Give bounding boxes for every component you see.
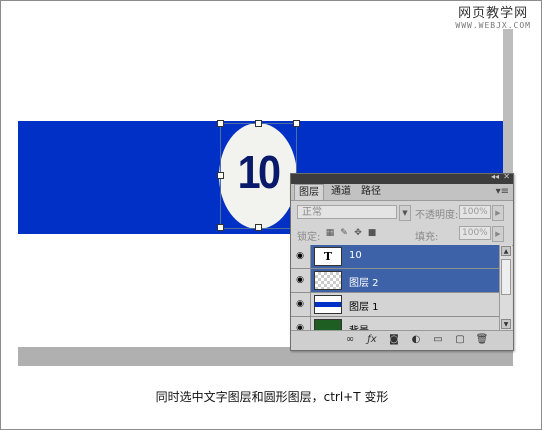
lock-label: 锁定:: [297, 232, 321, 243]
lock-brush-icon[interactable]: ✎: [339, 228, 349, 238]
transform-handle-tl[interactable]: [217, 120, 224, 127]
new-layer-icon[interactable]: ▢: [453, 334, 467, 346]
scroll-up-icon[interactable]: ▲: [501, 246, 511, 256]
blend-mode-arrow-icon[interactable]: ▼: [399, 205, 411, 221]
screenshot-frame: 网页教学网 WWW.WEBJX.COM 10 ◂◂ ✕ 图层 通道 路径 ▾≡: [0, 0, 542, 430]
layer-thumbnail: [314, 295, 342, 314]
transform-handle-bm[interactable]: [255, 224, 262, 231]
add-mask-icon[interactable]: ◙: [387, 334, 401, 346]
layer-name: 背景: [349, 322, 369, 330]
layers-panel: ◂◂ ✕ 图层 通道 路径 ▾≡ 正常 ▼ 不透明度: 100% ▶ 锁定: ▦…: [290, 172, 514, 351]
lock-fill-row: 锁定: ▦ ✎ ✥ ■ 填充: 100% ▶: [291, 223, 513, 246]
scroll-down-icon[interactable]: ▼: [501, 319, 511, 329]
fill-arrow-icon[interactable]: ▶: [492, 226, 504, 242]
layer-row[interactable]: ◉ 图层 2: [291, 269, 499, 293]
link-layers-icon[interactable]: ∞: [343, 334, 357, 346]
layer-thumbnail: [314, 271, 342, 290]
watermark-title: 网页教学网: [458, 6, 529, 21]
panel-bottom-toolbar: ∞ ƒx ◙ ◐ ▭ ▢ 🗑: [291, 330, 513, 350]
lock-all-icon[interactable]: ■: [367, 228, 377, 238]
tab-channels[interactable]: 通道: [327, 184, 355, 199]
transform-bounding-box[interactable]: [220, 123, 297, 229]
transform-handle-ml[interactable]: [217, 172, 224, 179]
adjustment-layer-icon[interactable]: ◐: [409, 334, 423, 346]
fx-icon[interactable]: ƒx: [365, 334, 379, 346]
lock-transparent-icon[interactable]: ▦: [325, 228, 335, 238]
panel-title-bar: ◂◂ ✕: [291, 172, 513, 184]
lock-move-icon[interactable]: ✥: [353, 228, 363, 238]
opacity-field[interactable]: 100%: [459, 205, 491, 219]
layer-row[interactable]: ◉ 图层 1: [291, 293, 499, 317]
new-group-icon[interactable]: ▭: [431, 334, 445, 346]
panel-menu-icon[interactable]: ▾≡: [496, 184, 509, 199]
fill-label: 填充:: [415, 232, 439, 243]
layer-name: 图层 2: [349, 278, 379, 289]
collapse-arrows-icon[interactable]: ◂◂: [491, 172, 499, 181]
transform-handle-tm[interactable]: [255, 120, 262, 127]
layer-thumbnail: [314, 319, 342, 330]
layers-scrollbar[interactable]: ▲ ▼: [499, 245, 512, 330]
opacity-arrow-icon[interactable]: ▶: [492, 205, 504, 221]
caption-text: 同时选中文字图层和圆形图层，ctrl+T 变形: [155, 390, 389, 404]
layers-list: ◉ T 10 ◉ 图层 2 ◉ 图层 1 ◉ 背景: [291, 245, 499, 330]
transform-handle-tr[interactable]: [293, 120, 300, 127]
opacity-label: 不透明度:: [415, 210, 459, 221]
transform-handle-bl[interactable]: [217, 224, 224, 231]
blend-opacity-row: 正常 ▼ 不透明度: 100% ▶: [291, 201, 513, 223]
visibility-eye-icon[interactable]: ◉: [294, 299, 306, 309]
blend-mode-select[interactable]: 正常: [297, 205, 397, 219]
scroll-thumb[interactable]: [501, 259, 511, 295]
layer-name: 图层 1: [349, 302, 379, 313]
visibility-eye-icon[interactable]: ◉: [294, 251, 306, 261]
panel-tabs: 图层 通道 路径 ▾≡: [291, 184, 513, 201]
watermark-logo: 网页教学网 WWW.WEBJX.COM: [455, 6, 531, 31]
tab-layers[interactable]: 图层: [294, 184, 324, 200]
layer-row[interactable]: ◉ T 10: [291, 245, 499, 269]
visibility-eye-icon[interactable]: ◉: [294, 323, 306, 330]
visibility-eye-icon[interactable]: ◉: [294, 275, 306, 285]
close-icon[interactable]: ✕: [503, 172, 510, 181]
layer-row[interactable]: ◉ 背景: [291, 317, 499, 330]
tab-paths[interactable]: 路径: [357, 184, 385, 199]
fill-field[interactable]: 100%: [459, 226, 491, 240]
text-layer-thumbnail: T: [314, 247, 342, 266]
layer-name: 10: [349, 250, 362, 261]
delete-layer-icon[interactable]: 🗑: [475, 334, 489, 346]
